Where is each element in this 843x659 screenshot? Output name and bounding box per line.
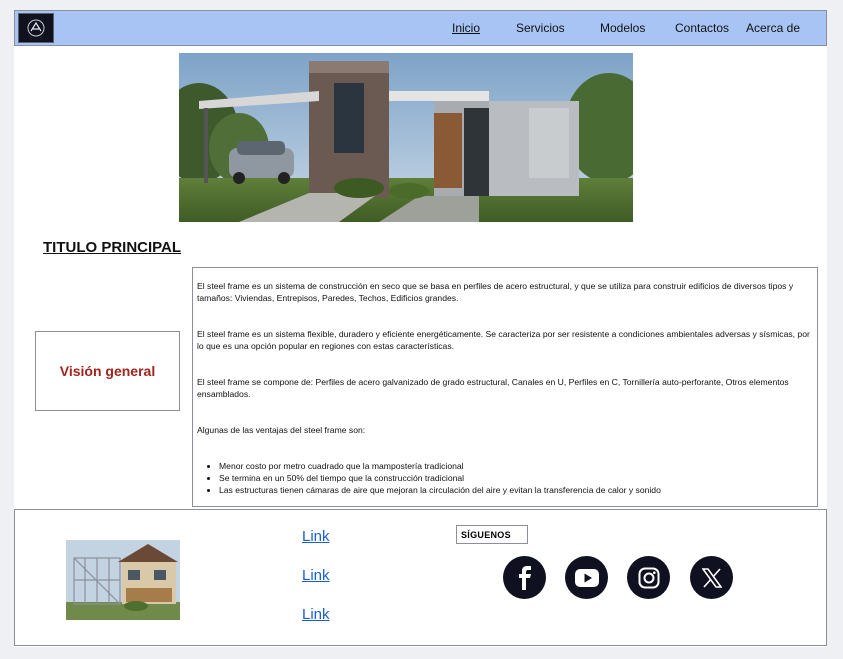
list-item: Se termina en un 50% del tiempo que la c… xyxy=(219,472,813,484)
youtube-icon[interactable] xyxy=(565,556,608,599)
footer-link-2[interactable]: Link xyxy=(302,567,330,584)
instagram-icon[interactable] xyxy=(627,556,670,599)
footer-image xyxy=(66,540,180,620)
hero-image xyxy=(179,53,633,222)
paragraph: El steel frame es un sistema flexible, d… xyxy=(197,329,810,351)
facebook-icon[interactable] xyxy=(503,556,546,599)
content-panel: El steel frame es un sistema de construc… xyxy=(192,267,818,507)
page: Inicio Servicios Modelos Contactos Acerc… xyxy=(14,10,827,647)
footer-link-1[interactable]: Link xyxy=(302,528,330,545)
nav-link-modelos[interactable]: Modelos xyxy=(600,21,645,35)
vision-card: Visión general xyxy=(35,331,180,411)
advantages-list: Menor costo por metro cuadrado que la ma… xyxy=(197,460,813,496)
follow-label: SÍGUENOS xyxy=(456,525,528,544)
logo-badge-icon[interactable] xyxy=(18,13,54,43)
nav-link-servicios[interactable]: Servicios xyxy=(516,21,565,35)
nav-link-inicio[interactable]: Inicio xyxy=(452,21,480,35)
paragraph: El steel frame se compone de: Perfiles d… xyxy=(197,377,789,399)
x-icon[interactable] xyxy=(690,556,733,599)
footer: Link Link Link SÍGUENOS xyxy=(14,509,827,646)
footer-link-3[interactable]: Link xyxy=(302,606,330,623)
vision-label: Visión general xyxy=(59,363,156,379)
nav-link-acerca-de[interactable]: Acerca de xyxy=(746,21,800,35)
page-title: TITULO PRINCIPAL xyxy=(43,239,182,256)
list-item: Menor costo por metro cuadrado que la ma… xyxy=(219,460,813,472)
list-item: Las estructuras tienen cámaras de aire q… xyxy=(219,484,813,496)
paragraph: Algunas de las ventajas del steel frame … xyxy=(197,425,366,435)
navbar: Inicio Servicios Modelos Contactos Acerc… xyxy=(14,10,827,46)
paragraph: El steel frame es un sistema de construc… xyxy=(197,281,794,303)
nav-link-contactos[interactable]: Contactos xyxy=(675,21,729,35)
